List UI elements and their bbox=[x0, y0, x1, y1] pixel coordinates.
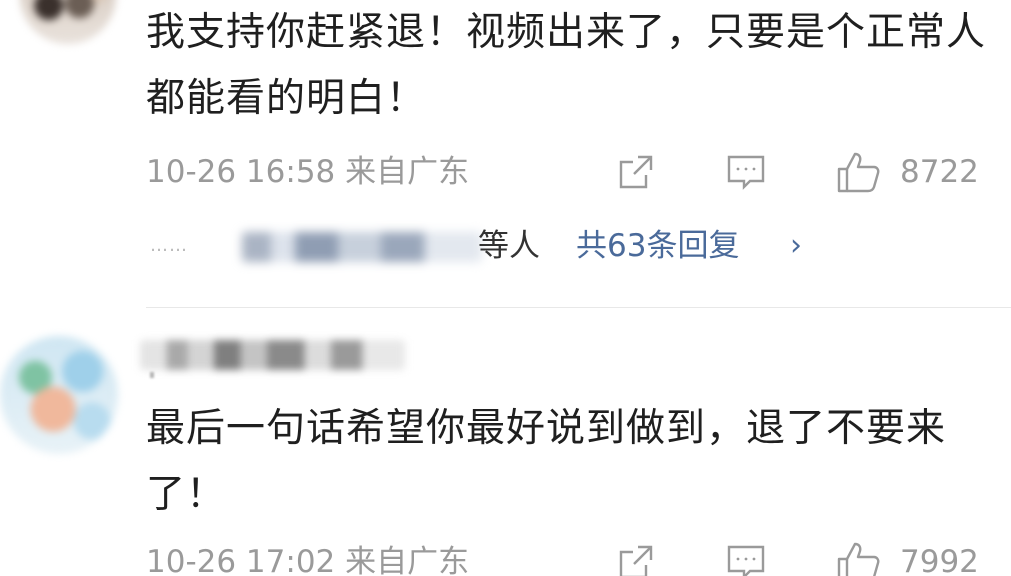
comment-button[interactable] bbox=[726, 150, 766, 194]
comment-icon bbox=[726, 542, 766, 576]
comment-icon bbox=[726, 152, 766, 192]
share-button[interactable] bbox=[616, 150, 656, 194]
share-icon bbox=[616, 152, 656, 192]
share-icon bbox=[616, 542, 656, 576]
reply-summary[interactable]: …… 等人 共63条回复 › bbox=[146, 222, 986, 270]
reply-dots: …… bbox=[150, 235, 188, 256]
thumbs-up-icon bbox=[836, 150, 882, 194]
username-redacted-mark bbox=[150, 372, 154, 378]
reply-names-suffix: 等人 bbox=[478, 228, 540, 264]
comment-divider bbox=[146, 307, 1011, 308]
avatar[interactable] bbox=[20, 0, 116, 44]
chevron-right-icon[interactable]: › bbox=[790, 222, 802, 270]
view-replies-link[interactable]: 共63条回复 bbox=[576, 222, 739, 270]
share-button[interactable] bbox=[616, 540, 656, 576]
like-button[interactable]: 8722 bbox=[836, 150, 979, 194]
like-count: 7992 bbox=[900, 544, 979, 576]
comment-text: 我支持你赶紧退！视频出来了，只要是个正常人都能看的明白！ bbox=[146, 10, 987, 121]
comment-text: 最后一句话希望你最好说到做到，退了不要来了！ bbox=[146, 406, 947, 517]
like-count: 8722 bbox=[900, 154, 979, 190]
comment-timestamp-location: 10-26 16:58 来自广东 bbox=[146, 154, 470, 190]
username-redacted[interactable] bbox=[140, 340, 405, 370]
reply-usernames-redacted bbox=[242, 232, 482, 262]
like-button[interactable]: 7992 bbox=[836, 540, 979, 576]
comment-button[interactable] bbox=[726, 540, 766, 576]
comment-meta: 10-26 17:02 来自广东 7992 bbox=[146, 540, 986, 576]
comment-timestamp-location: 10-26 17:02 来自广东 bbox=[146, 544, 470, 576]
avatar[interactable] bbox=[0, 336, 118, 454]
thumbs-up-icon bbox=[836, 540, 882, 576]
comment-feed: 我支持你赶紧退！视频出来了，只要是个正常人都能看的明白！ 10-26 16:58… bbox=[0, 0, 1011, 576]
comment-meta: 10-26 16:58 来自广东 8722 bbox=[146, 150, 986, 194]
